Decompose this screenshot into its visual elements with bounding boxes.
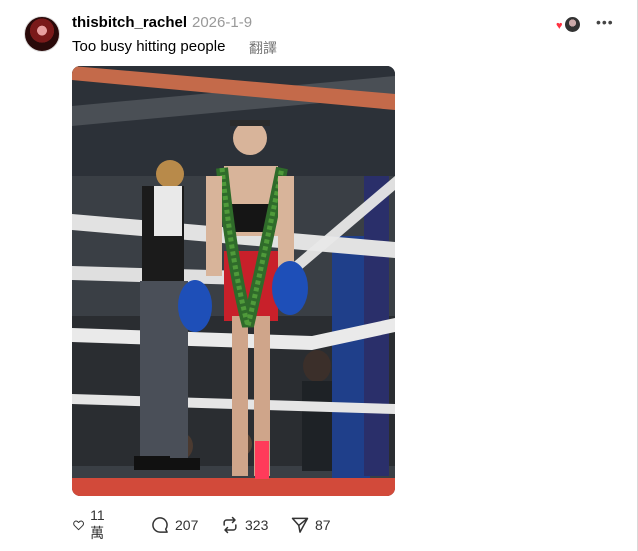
send-icon xyxy=(291,517,309,533)
repost-button[interactable]: 323 xyxy=(220,514,268,536)
reply-button[interactable]: 207 xyxy=(150,514,198,536)
comment-icon xyxy=(152,517,168,533)
avatar xyxy=(564,16,581,33)
share-count: 87 xyxy=(315,517,331,533)
heart-icon: ♥ xyxy=(556,20,563,32)
profile-avatar[interactable] xyxy=(24,16,60,52)
username[interactable]: thisbitch_rachel xyxy=(72,14,187,31)
more-icon[interactable]: ••• xyxy=(596,14,614,30)
liked-by-badge[interactable]: ♥ xyxy=(556,15,581,33)
timestamp[interactable]: 2026-1-9 xyxy=(192,14,252,31)
post-text: Too busy hitting people xyxy=(72,38,226,55)
post-image[interactable] xyxy=(72,66,395,496)
share-button[interactable]: 87 xyxy=(290,514,331,536)
repost-count: 323 xyxy=(245,517,269,533)
reply-count: 207 xyxy=(175,517,199,533)
like-count: 11 萬 xyxy=(90,507,105,541)
like-button[interactable]: 11 萬 xyxy=(72,507,112,541)
heart-outline-icon xyxy=(73,520,84,531)
translate-link[interactable]: 翻譯 xyxy=(249,38,277,58)
repost-icon xyxy=(223,516,237,534)
